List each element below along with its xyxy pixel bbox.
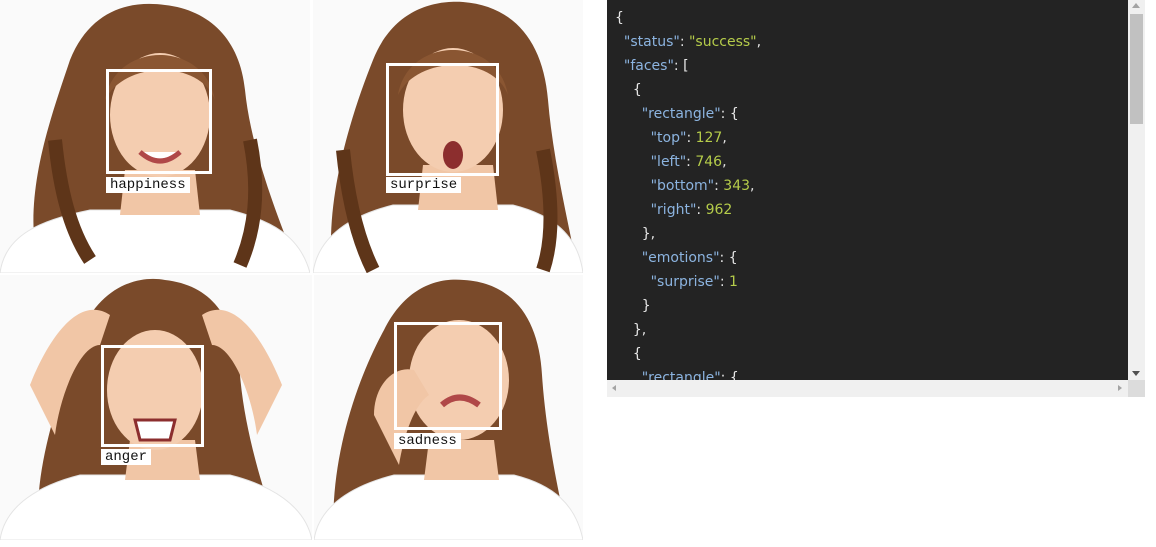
- json-line: "top": 127,: [650, 130, 727, 146]
- vertical-scrollbar[interactable]: [1128, 0, 1145, 380]
- json-line: "status": "success",: [623, 34, 762, 50]
- json-line: "bottom": 343,: [650, 178, 755, 194]
- json-line: "left": 746,: [650, 154, 727, 170]
- json-result-panel[interactable]: { "status": "success", "faces": [ { "rec…: [607, 0, 1145, 397]
- json-line: "surprise": 1: [650, 274, 738, 290]
- scroll-left-arrow-icon[interactable]: [612, 385, 616, 391]
- json-viewer[interactable]: { "status": "success", "faces": [ { "rec…: [607, 0, 1128, 380]
- face-box: [394, 322, 502, 430]
- face-photo-anger: anger: [0, 275, 312, 540]
- emotion-label: anger: [101, 449, 152, 465]
- scroll-up-arrow-icon[interactable]: [1132, 3, 1140, 8]
- face-photo-happiness: happiness: [0, 0, 310, 273]
- json-line: {: [632, 82, 642, 98]
- json-line: "right": 962: [650, 202, 733, 218]
- json-line: "rectangle": {: [641, 370, 739, 380]
- face-photo-surprise: surprise: [313, 0, 583, 273]
- scrollbar-thumb[interactable]: [1130, 14, 1143, 124]
- json-line: {: [615, 10, 624, 26]
- scroll-right-arrow-icon[interactable]: [1118, 385, 1122, 391]
- scroll-down-arrow-icon[interactable]: [1132, 371, 1140, 376]
- emotion-label: sadness: [394, 433, 461, 449]
- json-line: },: [641, 226, 656, 242]
- face-box: [101, 345, 204, 447]
- json-line: "rectangle": {: [641, 106, 739, 122]
- horizontal-scrollbar[interactable]: [607, 380, 1128, 397]
- face-box: [386, 63, 499, 176]
- json-line: "faces": [: [623, 58, 689, 74]
- emotion-label: surprise: [386, 177, 462, 193]
- scrollbar-corner: [1128, 380, 1145, 397]
- json-line: "emotions": {: [641, 250, 738, 266]
- photo-grid: happiness surprise anger sadness: [0, 0, 583, 540]
- face-box: [106, 69, 212, 174]
- json-line: },: [632, 322, 647, 338]
- json-line: }: [641, 298, 651, 314]
- emotion-label: happiness: [106, 177, 190, 193]
- json-line: {: [632, 346, 642, 362]
- face-photo-sadness: sadness: [314, 275, 583, 540]
- json-code: { "status": "success", "faces": [ { "rec…: [607, 0, 1128, 380]
